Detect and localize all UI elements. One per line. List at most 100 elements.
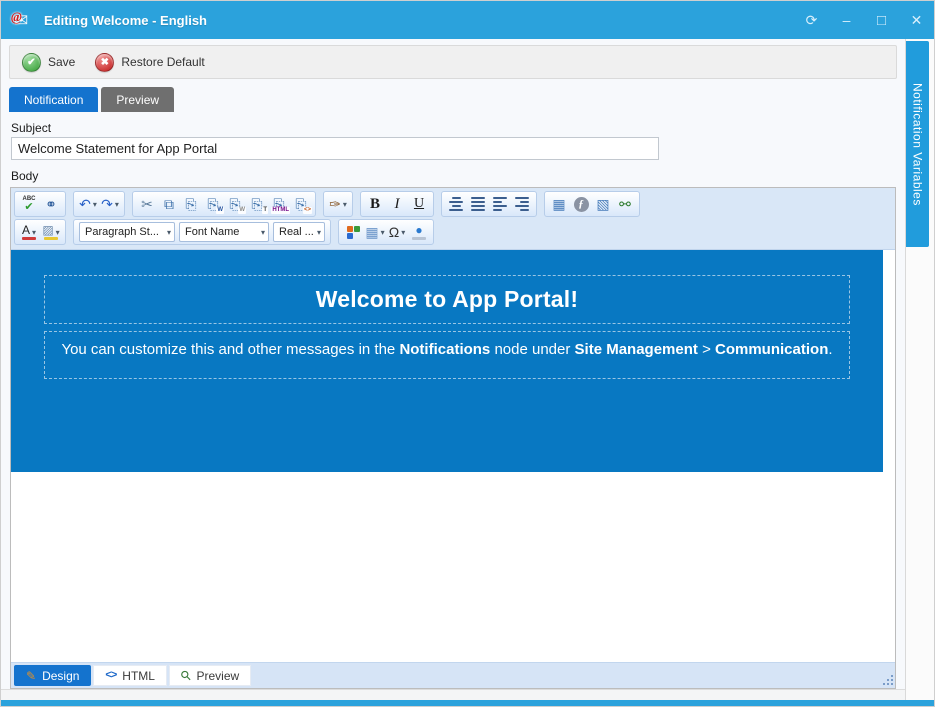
align-center-icon[interactable]: [445, 193, 467, 215]
copy-icon[interactable]: ⧉: [158, 193, 180, 215]
cut-icon[interactable]: ✂: [136, 193, 158, 215]
flash-manager-icon[interactable]: ƒ: [570, 193, 592, 215]
editor-canvas[interactable]: Welcome to App Portal! You can customize…: [11, 250, 895, 662]
chevron-down-icon: ▾: [56, 228, 60, 237]
main-panel: ✔ Save ✖ Restore Default Notification Pr…: [1, 39, 905, 700]
chevron-down-icon: ▾: [93, 200, 97, 209]
image-manager-icon[interactable]: ▦: [548, 193, 570, 215]
tab-bar: Notification Preview: [1, 87, 905, 112]
redo-icon[interactable]: ↷▾: [99, 193, 121, 215]
notification-variables-tab[interactable]: Notification Variables: [906, 41, 929, 247]
chevron-down-icon: ▾: [115, 200, 119, 209]
font-size-select-value: Real ...: [279, 226, 314, 238]
rich-text-editor: ABC✔⚭↶▾↷▾✂⧉⎘⎘W⎘W⎘T⎘HTML⎘<>✑▾BIU▦ƒ▧⚯ A▾▨▾…: [10, 187, 896, 689]
title-bar: ✉ @ Editing Welcome - English ⟳ – □ ✕: [1, 1, 934, 39]
chevron-down-icon: ▾: [32, 228, 36, 237]
editor-mode-bar: ✎ Design <> HTML ⚲ Preview: [11, 662, 895, 688]
paste-as-html-icon[interactable]: ⎘<>: [290, 193, 312, 215]
align-left-icon[interactable]: [489, 193, 511, 215]
check-circle-icon: ✔: [22, 53, 41, 72]
align-right-icon[interactable]: [511, 193, 533, 215]
right-side-strip: Notification Variables: [905, 39, 934, 700]
editor-toolbar-row-2: A▾▨▾Paragraph St...▾Font Name▾Real ...▾▦…: [14, 218, 892, 246]
code-icon: <>: [105, 670, 116, 681]
heading-block: Welcome to App Portal!: [44, 275, 850, 324]
chevron-down-icon: ▾: [261, 228, 265, 237]
action-toolbar: ✔ Save ✖ Restore Default: [9, 45, 897, 79]
undo-icon[interactable]: ↶▾: [77, 193, 99, 215]
bold-icon[interactable]: B: [364, 193, 386, 215]
maximize-icon[interactable]: □: [864, 6, 899, 34]
toolbar-group: Paragraph St...▾Font Name▾Real ...▾: [73, 219, 331, 245]
tab-notification[interactable]: Notification: [9, 87, 98, 112]
subject-input[interactable]: [11, 137, 659, 160]
body-label: Body: [11, 169, 895, 183]
italic-icon[interactable]: I: [386, 193, 408, 215]
window-bottom-edge: [1, 700, 934, 706]
toolbar-group: ✑▾: [323, 191, 353, 217]
email-heading: Welcome to App Portal!: [316, 286, 579, 313]
hyperlink-manager-icon[interactable]: ⚯: [614, 193, 636, 215]
align-justify-icon[interactable]: [467, 193, 489, 215]
paste-icon[interactable]: ⎘: [180, 193, 202, 215]
save-button[interactable]: ✔ Save: [22, 53, 75, 72]
chevron-down-icon: ▾: [381, 228, 385, 237]
design-mode-tab[interactable]: ✎ Design: [14, 665, 91, 686]
strip-formatting-icon[interactable]: ✑▾: [327, 193, 349, 215]
window-controls: ⟳ – □ ✕: [794, 6, 934, 34]
refresh-icon[interactable]: ⟳: [794, 6, 829, 34]
minimize-icon[interactable]: –: [829, 6, 864, 34]
paste-from-word-icon[interactable]: ⎘W: [202, 193, 224, 215]
resize-grip[interactable]: [887, 679, 889, 681]
subject-label: Subject: [11, 121, 895, 135]
magnifier-icon: ⚲: [178, 668, 194, 684]
toolbar-group: A▾▨▾: [14, 219, 66, 245]
close-icon[interactable]: ✕: [899, 6, 934, 34]
toolbar-group: ABC✔⚭: [14, 191, 66, 217]
paragraph-style-select[interactable]: Paragraph St...▾: [79, 222, 175, 242]
toolbar-group: ▦ƒ▧⚯: [544, 191, 640, 217]
paste-plain-text-icon[interactable]: ⎘T: [246, 193, 268, 215]
paste-from-word-strip-font-icon[interactable]: ⎘W: [224, 193, 246, 215]
app-portal-mark-icon: @: [11, 9, 22, 25]
image-map-editor-icon[interactable]: ▧: [592, 193, 614, 215]
toolbar-group: BIU: [360, 191, 434, 217]
preview-mode-tab[interactable]: ⚲ Preview: [169, 665, 251, 686]
dialog-window: ✉ @ Editing Welcome - English ⟳ – □ ✕ ✔ …: [0, 0, 935, 707]
underline-icon[interactable]: U: [408, 193, 430, 215]
window-title: Editing Welcome - English: [44, 13, 207, 28]
message-block: You can customize this and other message…: [44, 331, 850, 379]
preview-mode-label: Preview: [196, 669, 239, 683]
find-and-replace-icon[interactable]: ⚭: [40, 193, 62, 215]
html-mode-tab[interactable]: <> HTML: [93, 665, 167, 686]
window-body: ✔ Save ✖ Restore Default Notification Pr…: [1, 39, 934, 700]
insert-object-icon[interactable]: ●: [408, 221, 430, 243]
editor-toolbar-row-1: ABC✔⚭↶▾↷▾✂⧉⎘⎘W⎘W⎘T⎘HTML⎘<>✑▾BIU▦ƒ▧⚯: [14, 190, 892, 218]
font-name-select-value: Font Name: [185, 226, 239, 238]
paragraph-style-select-value: Paragraph St...: [85, 226, 159, 238]
insert-table-icon[interactable]: ▦▾: [364, 221, 386, 243]
app-logo-icon: ✉ @: [12, 11, 36, 30]
toolbar-group: [441, 191, 537, 217]
insert-snippet-icon[interactable]: [342, 221, 364, 243]
status-strip: [1, 689, 905, 700]
x-circle-icon: ✖: [95, 53, 114, 72]
tab-preview[interactable]: Preview: [101, 87, 174, 112]
save-button-label: Save: [48, 55, 75, 69]
email-blue-banner: Welcome to App Portal! You can customize…: [11, 250, 883, 472]
paste-html-icon[interactable]: ⎘HTML: [268, 193, 290, 215]
insert-symbol-icon[interactable]: Ω▾: [386, 221, 408, 243]
chevron-down-icon: ▾: [317, 228, 321, 237]
font-size-select[interactable]: Real ...▾: [273, 222, 325, 242]
toolbar-group: ▦▾Ω▾●: [338, 219, 434, 245]
background-color-icon[interactable]: ▨▾: [40, 221, 62, 243]
message-text: You can customize this and other message…: [61, 341, 832, 358]
chevron-down-icon: ▾: [343, 200, 347, 209]
toolbar-group: ✂⧉⎘⎘W⎘W⎘T⎘HTML⎘<>: [132, 191, 316, 217]
restore-default-button[interactable]: ✖ Restore Default: [95, 53, 204, 72]
html-mode-label: HTML: [122, 669, 155, 683]
toolbar-group: ↶▾↷▾: [73, 191, 125, 217]
spellcheck-icon[interactable]: ABC✔: [18, 193, 40, 215]
foreground-color-icon[interactable]: A▾: [18, 221, 40, 243]
font-name-select[interactable]: Font Name ▾: [179, 222, 269, 242]
